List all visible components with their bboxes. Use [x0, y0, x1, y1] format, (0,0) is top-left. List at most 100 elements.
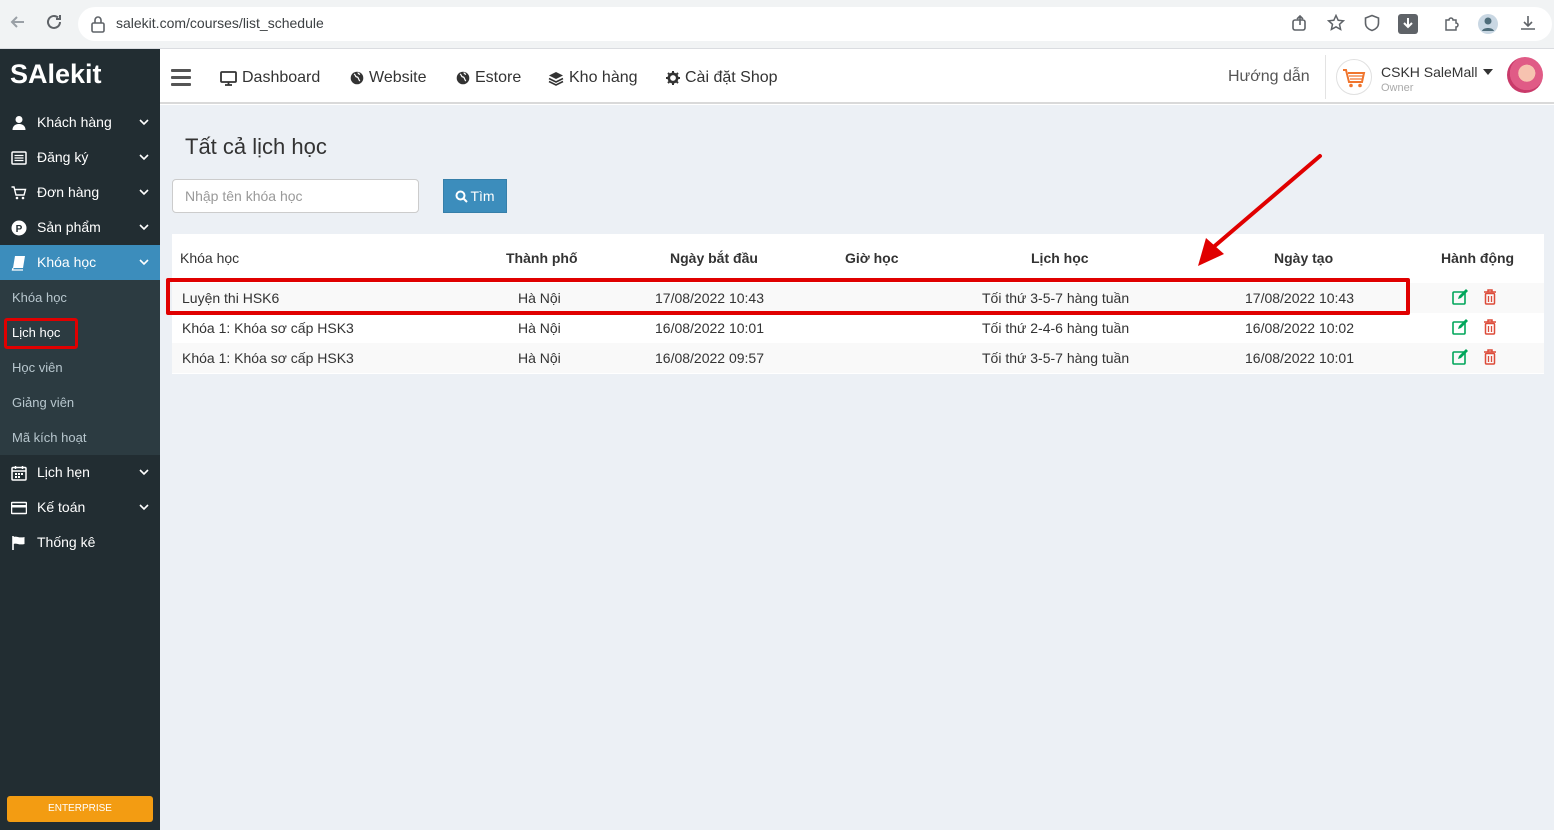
chevron-down-icon — [139, 504, 149, 511]
sidebar-item-label: Sản phẩm — [37, 219, 101, 235]
cell-start: 17/08/2022 10:43 — [655, 290, 764, 306]
hamburger-menu-icon[interactable] — [171, 69, 191, 86]
monitor-icon — [220, 70, 237, 86]
enterprise-badge[interactable]: ENTERPRISE — [7, 796, 153, 822]
sidebar-item-label: Kế toán — [37, 499, 86, 515]
edit-icon[interactable] — [1452, 289, 1469, 305]
share-icon[interactable] — [1290, 14, 1310, 34]
user-role: Owner — [1381, 82, 1414, 94]
sidebar-item-products[interactable]: P Sản phẩm — [0, 210, 160, 245]
list-icon — [11, 151, 27, 165]
sidebar-subitem-schedule[interactable]: Lịch học — [0, 315, 160, 350]
sidebar-item-orders[interactable]: Đơn hàng — [0, 175, 160, 210]
edit-icon[interactable] — [1452, 319, 1469, 335]
shopping-cart-logo-icon — [1343, 69, 1366, 88]
column-header-schedule[interactable]: Lịch học — [1031, 250, 1089, 266]
star-icon[interactable] — [1326, 13, 1346, 34]
product-icon: P — [11, 220, 27, 236]
column-header-city[interactable]: Thành phố — [506, 250, 578, 266]
chevron-down-icon — [139, 469, 149, 476]
sidebar-subitem-activation-codes[interactable]: Mã kích hoạt — [0, 420, 160, 455]
browser-toolbar: salekit.com/courses/list_schedule — [0, 0, 1554, 49]
user-name[interactable]: CSKH SaleMall — [1381, 64, 1477, 80]
guide-link[interactable]: Hướng dẫn — [1228, 68, 1310, 86]
sidebar-item-label: Lịch hẹn — [37, 464, 90, 480]
column-header-actions: Hành động — [1441, 250, 1515, 266]
nav-dashboard[interactable]: Dashboard — [220, 69, 320, 87]
search-button-label: Tìm — [470, 188, 495, 204]
column-header-start-date[interactable]: Ngày bắt đầu — [670, 250, 758, 266]
cell-schedule: Tối thứ 3-5-7 hàng tuần — [982, 350, 1130, 366]
nav-website[interactable]: Website — [350, 69, 427, 87]
sidebar-item-statistics[interactable]: Thống kê — [0, 525, 160, 560]
table-row[interactable]: Luyện thi HSK6 Hà Nội 17/08/2022 10:43 T… — [172, 283, 1544, 313]
sidebar-item-registrations[interactable]: Đăng ký — [0, 140, 160, 175]
shop-logo[interactable] — [1336, 59, 1372, 95]
cell-course[interactable]: Khóa 1: Khóa sơ cấp HSK3 — [182, 350, 354, 366]
sidebar-item-courses[interactable]: Khóa học — [0, 245, 160, 280]
sidebar-subitem-courses[interactable]: Khóa học — [0, 280, 160, 315]
header-divider — [1325, 55, 1326, 99]
cell-created: 16/08/2022 10:02 — [1245, 320, 1354, 336]
sidebar-item-label: Khách hàng — [37, 114, 112, 130]
search-input[interactable] — [172, 179, 419, 213]
cell-schedule: Tối thứ 2-4-6 hàng tuần — [982, 320, 1130, 336]
table-row[interactable]: Khóa 1: Khóa sơ cấp HSK3 Hà Nội 16/08/20… — [172, 343, 1544, 373]
trash-icon[interactable] — [1483, 289, 1497, 305]
sidebar-subitem-students[interactable]: Học viên — [0, 350, 160, 385]
avatar[interactable] — [1507, 57, 1543, 93]
globe-icon — [350, 71, 364, 85]
nav-estore[interactable]: Estore — [456, 69, 521, 87]
chevron-down-icon — [139, 224, 149, 231]
sidebar-subitem-label: Giảng viên — [12, 395, 75, 410]
trash-icon[interactable] — [1483, 319, 1497, 335]
main-content: Tất cả lịch học Tìm Khóa học Thành phố N… — [160, 105, 1554, 830]
back-arrow-icon[interactable] — [6, 12, 30, 36]
sidebar-item-customers[interactable]: Khách hàng — [0, 105, 160, 140]
credit-card-icon — [11, 501, 27, 515]
sidebar-subitem-label: Học viên — [12, 360, 63, 375]
nav-label: Website — [369, 69, 427, 86]
caret-down-icon[interactable] — [1483, 69, 1493, 75]
gear-icon — [666, 71, 680, 85]
salekit-logo[interactable]: SAlekit — [10, 59, 102, 90]
column-header-time[interactable]: Giờ học — [845, 250, 899, 266]
sidebar-subitem-label: Lịch học — [12, 325, 61, 340]
cell-start: 16/08/2022 09:57 — [655, 350, 764, 366]
cart-icon — [11, 186, 27, 200]
profile-icon[interactable] — [1478, 14, 1498, 34]
chevron-down-icon — [139, 259, 149, 266]
svg-text:P: P — [16, 224, 23, 235]
globe-icon — [456, 71, 470, 85]
reload-icon[interactable] — [42, 12, 66, 36]
puzzle-icon[interactable] — [1442, 14, 1462, 34]
cell-created: 16/08/2022 10:01 — [1245, 350, 1354, 366]
address-bar[interactable]: salekit.com/courses/list_schedule — [78, 7, 1552, 41]
top-header: Dashboard Website Estore Kho hàng Cài đặ… — [160, 49, 1554, 104]
annotation-arrow — [1198, 154, 1322, 266]
cell-course[interactable]: Luyện thi HSK6 — [182, 290, 279, 306]
sidebar-item-appointments[interactable]: Lịch hẹn — [0, 455, 160, 490]
sidebar-item-accounting[interactable]: Kế toán — [0, 490, 160, 525]
calendar-icon — [11, 466, 27, 481]
shield-icon[interactable] — [1362, 14, 1382, 34]
cell-course[interactable]: Khóa 1: Khóa sơ cấp HSK3 — [182, 320, 354, 336]
trash-icon[interactable] — [1483, 349, 1497, 365]
cell-city: Hà Nội — [518, 320, 561, 336]
download-extension-icon[interactable] — [1398, 14, 1418, 34]
column-header-course[interactable]: Khóa học — [180, 250, 239, 266]
nav-label: Cài đặt Shop — [685, 69, 778, 86]
downloads-icon[interactable] — [1518, 14, 1538, 34]
nav-warehouse[interactable]: Kho hàng — [548, 69, 638, 87]
sidebar-item-label: Thống kê — [37, 534, 96, 550]
chevron-down-icon — [139, 189, 149, 196]
cell-city: Hà Nội — [518, 290, 561, 306]
user-icon — [12, 116, 26, 130]
edit-icon[interactable] — [1452, 349, 1469, 365]
nav-shop-settings[interactable]: Cài đặt Shop — [666, 69, 778, 87]
table-row[interactable]: Khóa 1: Khóa sơ cấp HSK3 Hà Nội 16/08/20… — [172, 313, 1544, 343]
flag-icon — [12, 536, 25, 550]
lock-icon — [91, 16, 105, 33]
search-button[interactable]: Tìm — [443, 179, 507, 213]
sidebar-subitem-teachers[interactable]: Giảng viên — [0, 385, 160, 420]
